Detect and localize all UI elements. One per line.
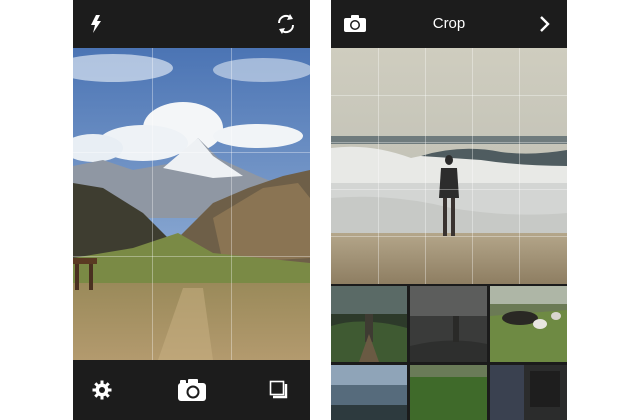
- crop-top-bar: Crop: [331, 0, 567, 48]
- camera-top-bar: [73, 0, 310, 48]
- crop-screen: Crop: [331, 0, 567, 420]
- grid-line: [472, 48, 473, 284]
- grid-line: [519, 48, 520, 284]
- photo-thumbnail[interactable]: [490, 286, 567, 362]
- photo-thumbnail-grid: [331, 286, 567, 420]
- flash-icon[interactable]: [89, 14, 103, 34]
- gallery-icon[interactable]: [269, 380, 289, 400]
- screen-title: Crop: [432, 15, 466, 32]
- grid-line: [73, 152, 310, 153]
- photo-thumbnail[interactable]: [331, 286, 407, 362]
- chevron-right-icon[interactable]: [539, 16, 551, 32]
- grid-line: [231, 48, 232, 360]
- camera-bottom-bar: [73, 360, 310, 420]
- photo-thumbnail[interactable]: [490, 365, 567, 420]
- photo-thumbnail[interactable]: [331, 365, 407, 420]
- camera-viewfinder[interactable]: [73, 48, 310, 360]
- grid-line: [73, 256, 310, 257]
- grid-line: [425, 48, 426, 284]
- gear-icon[interactable]: [92, 380, 112, 400]
- switch-camera-icon[interactable]: [275, 13, 297, 35]
- photo-thumbnail[interactable]: [410, 286, 487, 362]
- camera-icon[interactable]: [177, 378, 207, 402]
- crop-preview-image: [331, 48, 567, 284]
- grid-line: [331, 95, 567, 96]
- live-preview-image: [73, 48, 310, 360]
- crop-area[interactable]: [331, 48, 567, 284]
- grid-line: [152, 48, 153, 360]
- photo-thumbnail[interactable]: [410, 365, 487, 420]
- grid-line: [378, 48, 379, 284]
- grid-line: [331, 189, 567, 190]
- grid-line: [331, 236, 567, 237]
- grid-line: [331, 142, 567, 143]
- camera-screen: [73, 0, 310, 420]
